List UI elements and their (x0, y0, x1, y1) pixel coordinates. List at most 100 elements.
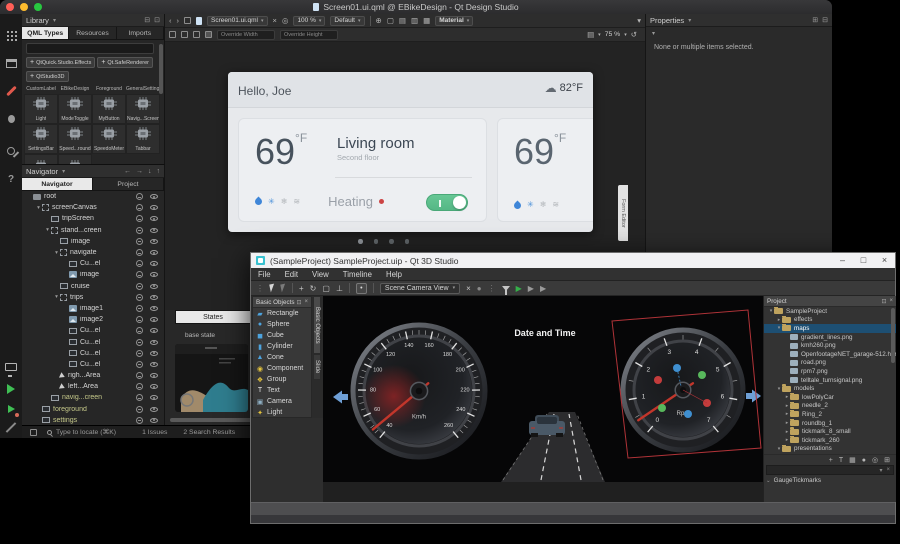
reset-zoom-icon[interactable]: ↺ (631, 30, 637, 39)
import-button-1[interactable]: +QtQuick.Studio.Effects (26, 57, 95, 68)
move-tool-icon[interactable]: + (299, 284, 304, 293)
navigator-item-settings[interactable]: settings (22, 415, 164, 425)
snap-icon-3[interactable] (193, 31, 200, 38)
navigator-item-Cu-el[interactable]: Cu...el (22, 325, 164, 336)
date-time-text[interactable]: Date and Time (514, 328, 575, 338)
select-tool-icon[interactable] (269, 284, 276, 293)
zoom-selector[interactable]: 100 %▾ (293, 16, 325, 26)
add-image-icon[interactable]: ▦ (849, 456, 856, 464)
add-material-icon[interactable]: ● (862, 457, 866, 464)
export-icon[interactable] (136, 204, 143, 211)
edit-mode-icon[interactable] (4, 56, 18, 70)
locator-mode-icon[interactable] (30, 429, 37, 436)
navigator-item-Cu-el[interactable]: Cu...el (22, 359, 164, 370)
navigator-item-Cu-el[interactable]: Cu...el (22, 258, 164, 269)
scene-viewport[interactable]: 406080100120140160180200220240260Km/h012… (323, 296, 763, 482)
visibility-icon[interactable] (150, 407, 158, 412)
project-item-rpm7-png[interactable]: rpm7.png (764, 367, 896, 376)
layout-cols-icon[interactable]: ▥ (411, 16, 418, 25)
visibility-icon[interactable] (150, 395, 158, 400)
project-scrollbar[interactable] (891, 308, 895, 363)
library-component-Tabbar[interactable]: Tabbar (126, 124, 160, 154)
snap-toggle-button[interactable]: • (356, 283, 367, 294)
frame-icon[interactable]: ▢ (387, 16, 394, 25)
export-icon[interactable] (136, 361, 143, 368)
export-icon[interactable] (136, 417, 143, 424)
visibility-icon[interactable] (150, 228, 158, 233)
add-text-icon[interactable]: T (839, 457, 843, 464)
export-icon[interactable] (136, 215, 143, 222)
library-panel-header[interactable]: Library▾ ⊟ ⊡ (22, 14, 164, 27)
help-mode-icon[interactable]: ? (4, 172, 18, 186)
visibility-icon[interactable] (150, 261, 158, 266)
import-button-2[interactable]: +Qt.SafeRenderer (97, 57, 153, 68)
welcome-mode-icon[interactable] (4, 28, 18, 42)
viewer-play-button[interactable]: ▶ (540, 284, 546, 293)
preview-play-button[interactable]: ▶ (516, 284, 522, 293)
heat-waves-icon[interactable]: ≋ (293, 198, 300, 206)
library-component-ModeToggle[interactable]: ModeToggle (58, 94, 92, 124)
layers-icon[interactable]: ▤ (587, 30, 594, 39)
zoom-caret-icon-2[interactable]: ▾ (624, 32, 627, 38)
navigator-item-image2[interactable]: image2 (22, 314, 164, 325)
export-icon[interactable] (136, 305, 143, 312)
visibility-icon[interactable] (150, 306, 158, 311)
add-state-icon[interactable]: ⊕ (376, 16, 382, 25)
export-icon[interactable] (136, 406, 143, 413)
move-left-icon[interactable]: ← (124, 168, 131, 175)
page-dot[interactable] (405, 239, 410, 244)
export-icon[interactable] (136, 383, 143, 390)
visibility-icon[interactable] (150, 250, 158, 255)
visibility-icon[interactable] (150, 239, 158, 244)
project-item-effects[interactable]: ▸effects (764, 316, 896, 325)
visibility-icon[interactable] (150, 351, 158, 356)
visibility-icon[interactable] (150, 272, 158, 277)
kit-selector[interactable]: Material▾ (435, 16, 473, 26)
export-icon[interactable] (136, 238, 143, 245)
export-icon[interactable] (136, 193, 143, 200)
tab-basic-objects[interactable]: Basic Objects (313, 296, 321, 354)
import-assets-icon[interactable]: ⊞ (884, 456, 890, 464)
visibility-icon[interactable] (150, 340, 158, 345)
slide-filter-input[interactable]: ▾× (766, 465, 894, 475)
navigator-item-righ-Area[interactable]: righ...Area (22, 370, 164, 381)
override-width-field[interactable]: Override Width (217, 30, 275, 40)
projects-mode-icon[interactable] (4, 144, 18, 158)
export-icon[interactable] (136, 260, 143, 267)
project-item-gradient-lines-png[interactable]: gradient_lines.png (764, 333, 896, 342)
project-item-lowPolyCar[interactable]: ▸lowPolyCar (764, 393, 896, 402)
move-down-icon[interactable]: ↓ (148, 168, 152, 175)
next-arrow-icon[interactable] (746, 390, 761, 403)
visibility-icon[interactable] (150, 216, 158, 221)
project-item-models[interactable]: ▾models (764, 384, 896, 393)
navigator-item-Cu-el[interactable]: Cu...el (22, 348, 164, 359)
expander-icon[interactable]: ▾ (35, 205, 42, 211)
library-component-SpeedoMeter[interactable]: SpeedoMeter (92, 124, 126, 154)
locator-field[interactable]: Type to locate (⌘K) (56, 428, 116, 436)
export-icon[interactable] (136, 372, 143, 379)
visibility-icon[interactable] (150, 328, 158, 333)
project-item-needle-2[interactable]: ▸needle_2 (764, 402, 896, 411)
page-dot[interactable] (374, 239, 379, 244)
navigator-panel-header[interactable]: Navigator▾ ← → ↓ ↑ (22, 165, 164, 178)
basic-object-cone[interactable]: ▲Cone (253, 352, 311, 363)
snap-icon-4[interactable] (205, 31, 212, 38)
state-thumbnail[interactable] (175, 344, 248, 412)
tab-resources[interactable]: Resources (69, 27, 116, 39)
prev-arrow-icon[interactable] (333, 391, 348, 404)
rotate-tool-icon[interactable]: ↻ (310, 284, 317, 293)
slide-list-item[interactable]: ⌄ GaugeTickmarks (766, 477, 821, 484)
library-component-MyButton[interactable]: MyButton (92, 94, 126, 124)
build-button[interactable] (4, 420, 18, 434)
tab-slide[interactable]: Slide (313, 354, 321, 380)
library-component-SettingsBar[interactable]: SettingsBar (24, 124, 58, 154)
menu-file[interactable]: File (251, 270, 278, 279)
heat-waves-icon[interactable]: ≋ (552, 201, 559, 209)
navigator-item-cruise[interactable]: cruise (22, 281, 164, 292)
room-card-right[interactable]: 69°F ✳ ❄ ≋ (497, 118, 593, 222)
properties-collapse-caret[interactable]: ▾ (652, 30, 655, 37)
visibility-icon[interactable] (150, 373, 158, 378)
visibility-icon[interactable] (150, 205, 158, 210)
tab-states[interactable]: States (175, 310, 251, 324)
target-icon[interactable]: ◎ (282, 16, 289, 25)
